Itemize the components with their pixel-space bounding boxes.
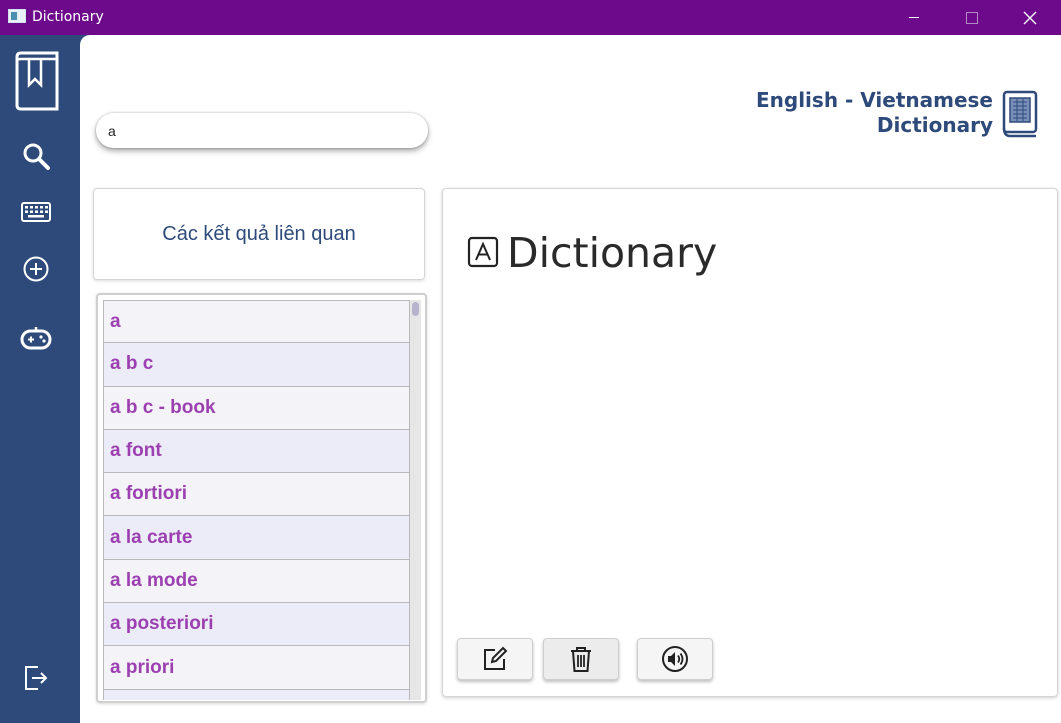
close-icon [1023,11,1037,24]
maximize-button[interactable] [943,0,1001,35]
edit-icon [484,646,508,670]
sidebar-item-keyboard[interactable] [0,199,72,225]
list-item[interactable]: a posteriori [103,603,410,647]
list-item[interactable]: a la mode [103,559,410,604]
gamepad-icon [20,327,52,350]
close-button[interactable] [1001,0,1059,35]
sidebar-item-exit[interactable] [0,663,72,693]
related-results-label: Các kết quả liên quan [162,222,356,245]
definition-title: Dictionary [507,229,718,277]
app-icon [8,9,26,23]
list-item[interactable]: a fortiori [103,473,410,517]
brand-line-1: English - Vietnamese [755,88,993,112]
list-item[interactable]: a b c [103,343,410,387]
add-circle-icon [23,256,49,282]
sidebar-item-game[interactable] [0,323,72,353]
speak-button[interactable] [637,638,713,680]
sidebar-item-search[interactable] [0,141,72,171]
list-item[interactable]: a font [103,429,410,474]
speaker-icon [662,646,688,672]
font-a-icon [467,236,499,268]
sidebar [0,35,80,723]
results-scrollbar[interactable] [410,300,421,700]
search-input[interactable] [108,122,408,140]
minimize-button[interactable] [885,0,943,35]
scrollbar-thumb[interactable] [412,302,419,316]
list-item[interactable] [103,689,410,700]
results-list: a a b c a b c - book a font a fortiori a… [103,300,410,700]
trash-icon [571,647,591,672]
search-icon [23,143,50,170]
brand-title: English - Vietnamese Dictionary [756,88,993,138]
title-bar: Dictionary [0,0,1061,35]
bookmark-book-icon [15,51,59,111]
window-title: Dictionary [32,9,104,25]
brand-line-2: Dictionary [876,113,993,137]
list-item[interactable]: a priori [103,646,410,690]
exit-icon [25,666,48,690]
sidebar-item-bookmark[interactable] [0,51,72,111]
results-list-card: a a b c a b c - book a font a fortiori a… [96,293,427,703]
search-box [96,113,428,148]
sidebar-item-add[interactable] [0,254,72,284]
main-panel: English - Vietnamese Dictionary Các kết … [80,35,1061,723]
list-item[interactable]: a [103,300,410,344]
edit-button[interactable] [457,638,533,680]
list-item[interactable]: a b c - book [103,386,410,430]
dictionary-book-icon [1002,90,1038,138]
list-item[interactable]: a la carte [103,516,410,560]
keyboard-icon [21,202,51,222]
related-results-card: Các kết quả liên quan [93,188,425,280]
definition-panel: Dictionary [442,188,1058,697]
delete-button[interactable] [543,638,619,680]
